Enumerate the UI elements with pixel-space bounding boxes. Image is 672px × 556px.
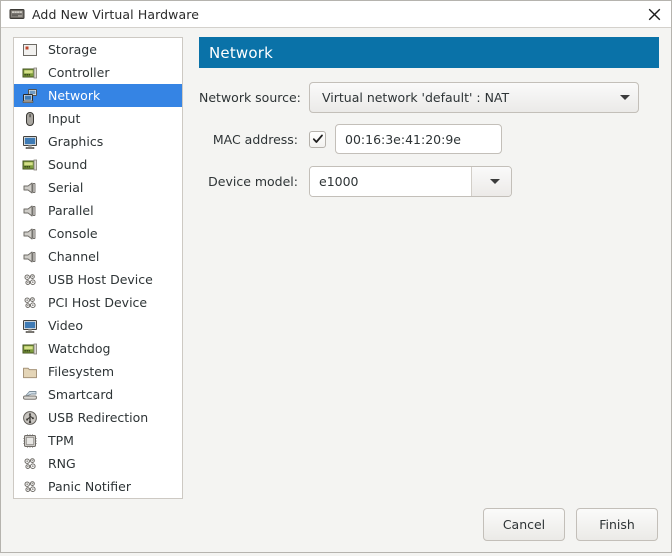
sidebar-item-tpm[interactable]: TPM xyxy=(14,429,182,452)
sidebar-item-label: Serial xyxy=(48,176,83,199)
dialog-body: Storage Controller xyxy=(1,28,671,499)
sidebar-item-label: Sound xyxy=(48,153,87,176)
sidebar-item-label: Storage xyxy=(48,38,97,61)
sidebar-item-channel[interactable]: Channel xyxy=(14,245,182,268)
channel-port-icon xyxy=(21,248,39,266)
sidebar-item-filesystem[interactable]: Filesystem xyxy=(14,360,182,383)
usb-redirection-icon xyxy=(21,409,39,427)
sidebar-item-label: Watchdog xyxy=(48,337,110,360)
dialog-footer: Cancel Finish xyxy=(1,499,671,556)
sidebar-item-label: TPM xyxy=(48,429,74,452)
close-button[interactable] xyxy=(637,1,671,27)
device-model-input[interactable]: e1000 xyxy=(310,167,471,196)
serial-port-icon xyxy=(21,179,39,197)
sidebar-item-label: Graphics xyxy=(48,130,103,153)
sidebar-item-pci-host-device[interactable]: PCI Host Device xyxy=(14,291,182,314)
mac-address-input[interactable]: 00:16:3e:41:20:9e xyxy=(335,124,502,154)
sidebar-item-sound[interactable]: Sound xyxy=(14,153,182,176)
check-icon xyxy=(312,133,324,145)
pci-host-device-icon xyxy=(21,294,39,312)
sidebar-item-serial[interactable]: Serial xyxy=(14,176,182,199)
rng-gear-icon xyxy=(21,455,39,473)
network-icon xyxy=(21,87,39,105)
device-model-value: e1000 xyxy=(319,174,359,189)
sidebar-item-label: USB Redirection xyxy=(48,406,148,429)
sidebar-item-graphics[interactable]: Graphics xyxy=(14,130,182,153)
video-monitor-icon xyxy=(21,317,39,335)
sidebar-item-label: Input xyxy=(48,107,80,130)
sidebar-item-smartcard[interactable]: Smartcard xyxy=(14,383,182,406)
chevron-down-icon xyxy=(620,95,630,100)
hardware-category-list[interactable]: Storage Controller xyxy=(13,37,183,499)
device-model-combo[interactable]: e1000 xyxy=(309,166,512,197)
device-model-label: Device model: xyxy=(199,174,309,189)
monitor-icon xyxy=(21,133,39,151)
sidebar-item-parallel[interactable]: Parallel xyxy=(14,199,182,222)
sidebar-item-controller[interactable]: Controller xyxy=(14,61,182,84)
cancel-button[interactable]: Cancel xyxy=(483,508,565,541)
chevron-down-icon xyxy=(490,179,500,184)
storage-icon xyxy=(21,41,39,59)
close-icon xyxy=(648,8,661,21)
controller-card-icon xyxy=(21,64,39,82)
sidebar-item-label: USB Host Device xyxy=(48,268,153,291)
mac-address-row: MAC address: 00:16:3e:41:20:9e xyxy=(199,123,659,155)
tpm-chip-icon xyxy=(21,432,39,450)
sidebar-item-usb-redirection[interactable]: USB Redirection xyxy=(14,406,182,429)
mac-address-checkbox[interactable] xyxy=(309,131,326,148)
sidebar-item-watchdog[interactable]: Watchdog xyxy=(14,337,182,360)
sidebar-item-label: Video xyxy=(48,314,83,337)
pane-title: Network xyxy=(199,37,659,68)
device-model-dropdown-button[interactable] xyxy=(471,167,511,196)
sidebar-item-rng[interactable]: RNG xyxy=(14,452,182,475)
sidebar-item-usb-host-device[interactable]: USB Host Device xyxy=(14,268,182,291)
network-source-select[interactable]: Virtual network 'default' : NAT xyxy=(309,82,639,113)
sidebar-item-input[interactable]: Input xyxy=(14,107,182,130)
window-title: Add New Virtual Hardware xyxy=(32,7,637,22)
parallel-port-icon xyxy=(21,202,39,220)
network-source-row: Network source: Virtual network 'default… xyxy=(199,81,659,113)
sidebar-item-label: Channel xyxy=(48,245,99,268)
usb-host-device-icon xyxy=(21,271,39,289)
network-source-label: Network source: xyxy=(199,90,309,105)
sidebar-item-video[interactable]: Video xyxy=(14,314,182,337)
network-form: Network source: Virtual network 'default… xyxy=(199,81,659,207)
network-source-value: Virtual network 'default' : NAT xyxy=(322,90,614,105)
titlebar: Add New Virtual Hardware xyxy=(1,1,671,28)
network-settings-pane: Network Network source: Virtual network … xyxy=(199,37,659,499)
mac-address-label: MAC address: xyxy=(199,132,309,147)
sidebar-item-label: Filesystem xyxy=(48,360,114,383)
folder-icon xyxy=(21,363,39,381)
sidebar-item-label: Console xyxy=(48,222,98,245)
sidebar-item-console[interactable]: Console xyxy=(14,222,182,245)
sidebar-item-label: Controller xyxy=(48,61,110,84)
sidebar-item-label: Panic Notifier xyxy=(48,475,131,498)
mouse-icon xyxy=(21,110,39,128)
sound-card-icon xyxy=(21,156,39,174)
sidebar-item-network[interactable]: Network xyxy=(14,84,182,107)
smartcard-reader-icon xyxy=(21,386,39,404)
mac-address-value: 00:16:3e:41:20:9e xyxy=(345,132,461,147)
sidebar-item-storage[interactable]: Storage xyxy=(14,38,182,61)
add-new-virtual-hardware-dialog: Add New Virtual Hardware Storage xyxy=(0,0,672,553)
sidebar-item-label: PCI Host Device xyxy=(48,291,147,314)
console-port-icon xyxy=(21,225,39,243)
sidebar-item-label: Parallel xyxy=(48,199,94,222)
sidebar-item-label: Smartcard xyxy=(48,383,113,406)
virtual-hardware-icon xyxy=(9,6,25,22)
sidebar-item-label: RNG xyxy=(48,452,76,475)
panic-notifier-gear-icon xyxy=(21,478,39,496)
finish-button[interactable]: Finish xyxy=(576,508,658,541)
sidebar-item-panic-notifier[interactable]: Panic Notifier xyxy=(14,475,182,498)
sidebar-item-label: Network xyxy=(48,84,100,107)
watchdog-card-icon xyxy=(21,340,39,358)
device-model-row: Device model: e1000 xyxy=(199,165,659,197)
